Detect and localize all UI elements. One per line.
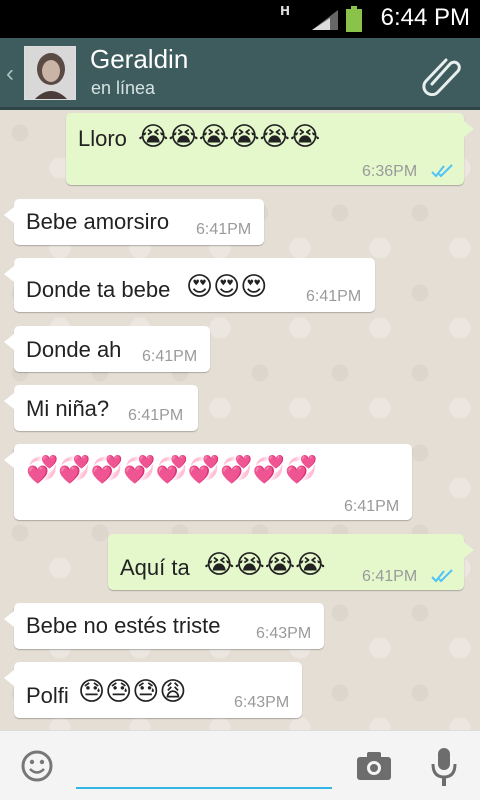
message-text: Polfi	[26, 683, 69, 708]
message-bubble-outgoing[interactable]: Lloro 😭😭😭😭😭😭 6:36PM	[66, 113, 474, 185]
battery-icon	[346, 6, 362, 32]
message-emoji: 😓😓😓😩	[78, 677, 187, 707]
message-time: 6:41PM	[306, 288, 362, 305]
message-bubble-incoming[interactable]: Donde ta bebe 😍😍😍 6:41PM	[4, 258, 375, 312]
message-time: 6:43PM	[234, 694, 290, 711]
chat-area[interactable]: Lloro 😭😭😭😭😭😭 6:36PM Bebe amorsiro 6:41PM…	[0, 113, 480, 730]
message-time: 6:36PM	[362, 163, 418, 180]
message-time: 6:43PM	[256, 625, 312, 642]
back-chevron-icon[interactable]: ‹	[6, 60, 14, 88]
smiley-icon[interactable]	[20, 749, 54, 783]
message-text: Donde ta bebe	[26, 277, 171, 302]
signal-icon	[312, 10, 338, 30]
camera-icon[interactable]	[356, 751, 392, 781]
attach-paperclip-icon[interactable]	[420, 52, 464, 96]
read-ticks-icon	[431, 569, 453, 583]
message-bubble-incoming[interactable]: Bebe no estés triste 6:43PM	[4, 603, 324, 649]
message-time: 6:41PM	[362, 568, 418, 585]
message-bubble-outgoing[interactable]: Aquí ta 😭😭😭😭 6:41PM	[108, 534, 474, 590]
message-time: 6:41PM	[128, 407, 184, 424]
message-bubble-incoming[interactable]: 💞💞💞💞💞💞💞💞💞 6:41PM	[4, 444, 412, 520]
message-bubble-incoming[interactable]: Polfi 😓😓😓😩 6:43PM	[4, 662, 302, 718]
message-bubble-incoming[interactable]: Bebe amorsiro 6:41PM	[4, 199, 264, 245]
message-emoji: 😭😭😭😭	[204, 550, 326, 580]
message-input[interactable]	[76, 745, 332, 789]
microphone-icon[interactable]	[430, 747, 458, 787]
read-ticks-icon	[431, 164, 453, 178]
contact-status: en línea	[91, 78, 156, 98]
message-time: 6:41PM	[196, 221, 252, 238]
status-time: 6:44 PM	[380, 4, 470, 31]
message-text: Bebe amorsiro	[26, 209, 170, 234]
message-time: 6:41PM	[344, 498, 400, 515]
message-text: Mi niña?	[26, 396, 110, 421]
chat-header: ‹ Geraldin en línea	[0, 38, 480, 110]
message-time: 6:41PM	[142, 348, 198, 365]
message-text: Aquí ta	[120, 555, 190, 580]
message-text: Lloro	[78, 126, 127, 151]
input-bar	[0, 730, 480, 800]
avatar[interactable]	[24, 46, 76, 100]
message-emoji: 😍😍😍	[186, 272, 268, 302]
message-emoji: 😭😭😭😭😭😭	[138, 122, 321, 152]
message-bubble-incoming[interactable]: Mi niña? 6:41PM	[4, 385, 198, 431]
message-text: Bebe no estés triste	[26, 613, 221, 638]
status-bar: H 6:44 PM	[0, 0, 480, 38]
message-text: Donde ah	[26, 337, 122, 362]
message-emoji: 💞💞💞💞💞💞💞💞💞	[26, 455, 318, 485]
message-bubble-incoming[interactable]: Donde ah 6:41PM	[4, 326, 210, 372]
contact-name[interactable]: Geraldin	[90, 44, 188, 75]
network-type: H	[280, 4, 291, 18]
